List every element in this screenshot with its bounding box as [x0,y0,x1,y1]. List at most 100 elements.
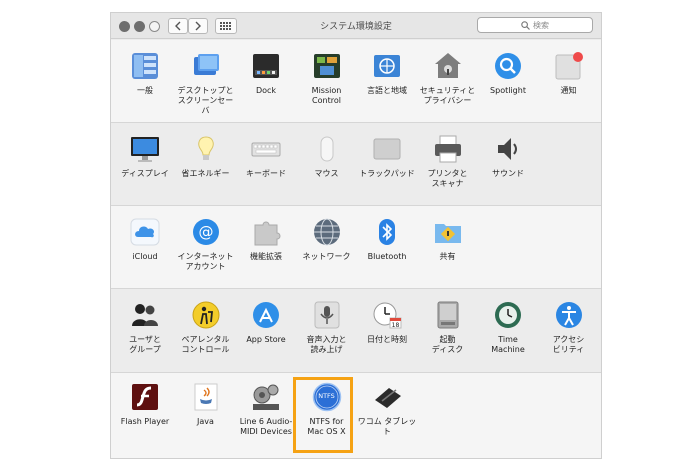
puzzle-icon [251,217,281,247]
pref-item-label: 通知 [560,86,577,95]
pref-item-sharing-folder[interactable]: 共有 [417,217,479,262]
pref-item-notification[interactable]: 通知 [538,51,600,96]
pref-item-label: ネットワーク [302,252,351,261]
svg-text:18: 18 [392,322,400,329]
title-bar: システム環境設定 検索 [111,13,601,39]
pref-item-trackpad[interactable]: トラックパッド [356,134,418,179]
pref-item-bluetooth[interactable]: Bluetooth [356,217,418,262]
pref-item-label: 共有 [439,252,456,261]
bulb-icon [191,134,221,164]
notification-icon [554,51,584,81]
pref-item-label: アクセシ ビリティ [552,335,585,354]
microphone-icon [312,300,342,330]
pref-item-label: Java [197,417,214,426]
pref-item-label: マウス [314,169,339,178]
pref-item-label: 省エネルギー [181,169,230,178]
pref-item-label: 日付と時刻 [367,335,407,344]
pref-item-label: Time Machine [491,335,525,354]
trackpad-icon [372,134,402,164]
pref-item-disk[interactable]: 起動 ディスク [417,300,479,355]
pref-item-label: トラックパッド [359,169,415,178]
svg-text:@: @ [198,223,213,241]
pref-item-icloud[interactable]: iCloud [114,217,176,262]
dock-icon [251,51,281,81]
pref-item-display[interactable]: ディスプレイ [114,134,176,179]
disk-icon [433,300,463,330]
pref-item-label: 起動 ディスク [431,335,464,354]
pref-item-label: ユーザと グループ [129,335,161,354]
wacom-tablet-icon [372,382,402,412]
app-store-icon [251,300,281,330]
pref-item-time-machine[interactable]: Time Machine [477,300,539,355]
time-machine-icon [493,300,523,330]
pref-item-desktop[interactable]: デスクトップと スクリーンセーバ [175,51,237,116]
pref-item-line6[interactable]: Line 6 Audio- MIDI Devices [235,382,297,437]
pref-item-label: Line 6 Audio- MIDI Devices [239,417,293,436]
search-placeholder: 検索 [533,20,549,30]
pref-item-label: セキュリティと プライバシー [419,86,476,105]
pref-item-printer[interactable]: プリンタと スキャナ [417,134,479,189]
search-icon [521,20,530,30]
printer-icon [433,134,463,164]
flash-icon [130,382,160,412]
pref-item-spotlight[interactable]: Spotlight [477,51,539,96]
security-house-icon [433,51,463,81]
pref-item-at[interactable]: @ インターネット アカウント [175,217,237,272]
pref-item-label: キーボード [246,169,286,178]
pref-item-bulb[interactable]: 省エネルギー [175,134,237,179]
pref-item-mouse[interactable]: マウス [296,134,358,179]
pref-item-clock[interactable]: 18 日付と時刻 [356,300,418,345]
icloud-icon [130,217,160,247]
sharing-folder-icon [433,217,463,247]
pref-item-label: ペアレンタル コントロール [181,335,230,354]
pref-item-label: サウンド [492,169,524,178]
pref-item-network-globe[interactable]: ネットワーク [296,217,358,262]
at-icon: @ [191,217,221,247]
pref-item-microphone[interactable]: 音声入力と 読み上げ [296,300,358,355]
pref-item-label: ワコム タブレット [357,417,417,436]
pref-item-speaker[interactable]: サウンド [477,134,539,179]
pref-item-parental[interactable]: ペアレンタル コントロール [175,300,237,355]
pref-item-app-store[interactable]: App Store [235,300,297,345]
bluetooth-icon [372,217,402,247]
network-globe-icon [312,217,342,247]
pref-item-globe-flag[interactable]: 言語と地域 [356,51,418,96]
pref-item-label: ディスプレイ [121,169,169,178]
pref-item-label: 言語と地域 [367,86,407,95]
pref-item-java[interactable]: Java [175,382,237,427]
pref-item-label: Spotlight [490,86,526,95]
mission-control-icon [312,51,342,81]
pref-item-label: App Store [246,335,286,344]
pref-item-label: 音声入力と 読み上げ [306,335,347,354]
search-field[interactable]: 検索 [477,17,593,33]
pref-item-label: iCloud [132,252,158,261]
pref-item-label: インターネット アカウント [177,252,234,271]
display-icon [130,134,160,164]
pref-item-label: Dock [255,86,277,95]
pref-item-label: 一般 [137,86,153,95]
pref-item-accessibility[interactable]: アクセシ ビリティ [538,300,600,355]
pref-item-label: 機能拡張 [250,252,282,261]
pref-item-dock[interactable]: Dock [235,51,297,96]
accessibility-icon [554,300,584,330]
pref-item-general[interactable]: 一般 [114,51,176,96]
pref-item-wacom-tablet[interactable]: ワコム タブレット [356,382,418,437]
desktop-icon [191,51,221,81]
globe-flag-icon [372,51,402,81]
pref-item-flash[interactable]: Flash Player [114,382,176,427]
pref-item-label: Mission Control [311,86,342,105]
java-icon [191,382,221,412]
line6-icon [251,382,281,412]
general-icon [130,51,160,81]
pref-item-keyboard[interactable]: キーボード [235,134,297,179]
speaker-icon [493,134,523,164]
pref-item-label: プリンタと スキャナ [427,169,468,188]
users-icon [130,300,160,330]
pref-item-puzzle[interactable]: 機能拡張 [235,217,297,262]
pref-item-security-house[interactable]: セキュリティと プライバシー [417,51,479,106]
ntfs-highlight-box [293,377,353,453]
parental-icon [191,300,221,330]
pref-item-users[interactable]: ユーザと グループ [114,300,176,355]
pref-item-mission-control[interactable]: Mission Control [296,51,358,106]
pref-item-label: Flash Player [120,417,170,426]
